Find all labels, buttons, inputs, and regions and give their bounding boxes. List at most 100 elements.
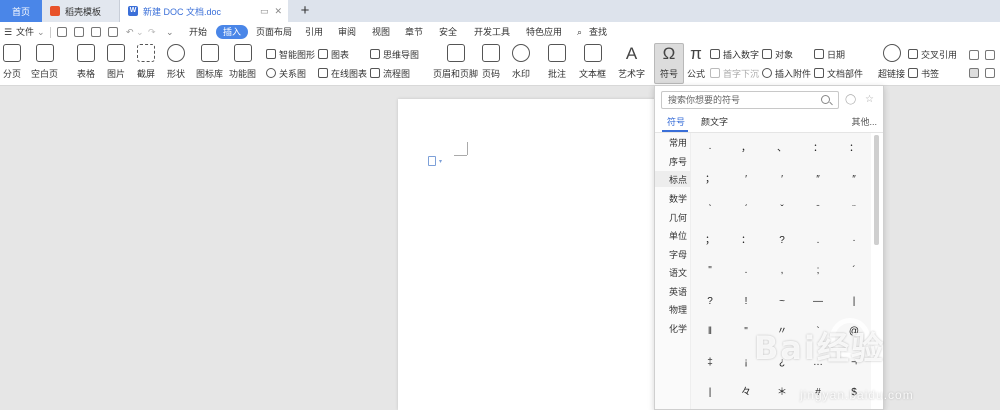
symbol-cell[interactable]: ~	[765, 292, 799, 312]
tab-emoticon[interactable]: 颜文字	[701, 116, 728, 128]
symbol-cell[interactable]: ：	[729, 231, 763, 251]
menu-tab-insert[interactable]: 插入	[216, 25, 249, 39]
date-button[interactable]: 日期	[814, 47, 845, 61]
header-footer-button[interactable]: 页眉和页脚	[433, 44, 478, 80]
more-symbols-link[interactable]: 其他...	[851, 116, 877, 128]
art-text-button[interactable]: A 艺术字	[618, 44, 645, 80]
ribbon-extra-icon-3[interactable]	[969, 68, 979, 78]
paragraph-layout-icon[interactable]	[428, 156, 436, 166]
print-preview-icon[interactable]	[108, 27, 118, 37]
function-chart-button[interactable]: 功能图	[229, 44, 256, 80]
symbol-cell[interactable]: ；	[693, 231, 727, 251]
pin-icon[interactable]: ☆	[865, 94, 874, 106]
hamburger-menu-icon[interactable]: ☰	[4, 25, 12, 39]
menu-tab-security[interactable]: 安全	[439, 25, 457, 39]
category-chinese[interactable]: 语文	[669, 267, 687, 279]
customize-toolbar-icon[interactable]: ⌄	[166, 25, 174, 39]
search-icon[interactable]: ⌕	[577, 25, 582, 39]
symbol-cell[interactable]: |	[693, 383, 727, 403]
symbol-cell[interactable]: ˇ	[765, 200, 799, 220]
tab-document[interactable]: W 新建 DOC 文档.doc ▭ ✕	[120, 0, 288, 22]
tab-template[interactable]: 稻壳模板	[42, 0, 120, 22]
picture-button[interactable]: 图片	[107, 44, 125, 80]
symbol-cell[interactable]: ：	[801, 139, 835, 159]
symbol-cell[interactable]: ；	[693, 170, 727, 190]
blank-page-button[interactable]: 空白页	[31, 44, 58, 80]
symbol-cell[interactable]: ˋ	[693, 200, 727, 220]
menu-tab-special[interactable]: 特色应用	[526, 25, 562, 39]
symbol-cell[interactable]: ″	[837, 170, 871, 190]
relation-chart-button[interactable]: 关系图	[266, 66, 306, 80]
menu-tab-developer[interactable]: 开发工具	[474, 25, 510, 39]
online-chart-button[interactable]: 在线图表	[318, 66, 367, 80]
page-break-button[interactable]: 分页	[3, 44, 21, 80]
save-icon[interactable]	[57, 27, 67, 37]
icon-library-button[interactable]: 图标库	[196, 44, 223, 80]
symbol-scrollbar-thumb[interactable]	[874, 135, 879, 245]
category-serial[interactable]: 序号	[669, 156, 687, 168]
paragraph-layout-caret-icon[interactable]: ▾	[439, 158, 442, 165]
cross-ref-button[interactable]: 交叉引用	[908, 47, 957, 61]
symbol-cell[interactable]: ?	[765, 231, 799, 251]
symbol-cell[interactable]: ¨	[837, 200, 871, 220]
shape-button[interactable]: 形状	[167, 44, 185, 80]
formula-button[interactable]: π 公式	[687, 44, 705, 80]
symbol-cell[interactable]: ˉ	[801, 200, 835, 220]
category-math[interactable]: 数学	[669, 193, 687, 205]
tab-home[interactable]: 首页	[0, 0, 42, 22]
symbol-cell[interactable]: ´	[837, 261, 871, 281]
file-menu[interactable]: 文件	[16, 25, 34, 39]
undo-icon[interactable]: ↶	[126, 25, 134, 39]
symbol-cell[interactable]: .	[729, 261, 763, 281]
symbol-cell[interactable]: 、	[765, 139, 799, 159]
hyperlink-button[interactable]: 超链接	[878, 44, 905, 80]
comment-button[interactable]: 批注	[548, 44, 566, 80]
symbol-cell[interactable]: |	[837, 292, 871, 312]
symbol-cell[interactable]: ＊	[765, 383, 799, 403]
category-physics[interactable]: 物理	[669, 304, 687, 316]
symbol-cell[interactable]: ,	[765, 261, 799, 281]
symbol-cell[interactable]: —	[801, 292, 835, 312]
symbol-cell[interactable]: !	[729, 292, 763, 312]
category-units[interactable]: 单位	[669, 230, 687, 242]
first-sink-button[interactable]: 首字下沉	[710, 66, 759, 80]
tab-symbol[interactable]: 符号	[667, 116, 685, 128]
category-letters[interactable]: 字母	[669, 249, 687, 261]
symbol-cell[interactable]: ：	[837, 139, 871, 159]
smart-graphic-button[interactable]: 智能图形	[266, 47, 315, 61]
chat-bubble-icon[interactable]: ◯	[845, 94, 856, 106]
ribbon-extra-icon-1[interactable]	[969, 50, 979, 60]
page-number-button[interactable]: 页码	[482, 44, 500, 80]
mind-map-button[interactable]: 思维导图	[370, 47, 419, 61]
category-chemistry[interactable]: 化学	[669, 323, 687, 335]
search-icon[interactable]	[821, 95, 830, 104]
insert-attachment-button[interactable]: 插入附件	[762, 66, 811, 80]
category-geometry[interactable]: 几何	[669, 212, 687, 224]
symbol-cell[interactable]: ′	[729, 170, 763, 190]
symbol-cell[interactable]: ·	[837, 231, 871, 251]
symbol-cell[interactable]: 々	[729, 383, 763, 403]
close-tab-icon[interactable]: ✕	[274, 6, 282, 17]
symbol-cell[interactable]: ·	[693, 139, 727, 159]
object-button[interactable]: 对象	[762, 47, 793, 61]
new-tab-button[interactable]: +	[296, 2, 314, 20]
symbol-cell[interactable]: ″	[801, 170, 835, 190]
table-button[interactable]: 表格	[77, 44, 95, 80]
menu-tab-chapter[interactable]: 章节	[405, 25, 423, 39]
print-icon[interactable]	[91, 27, 101, 37]
symbol-cell[interactable]: ，	[729, 139, 763, 159]
doc-parts-button[interactable]: 文档部件	[814, 66, 863, 80]
export-pdf-icon[interactable]	[74, 27, 84, 37]
redo-icon[interactable]: ↷	[148, 25, 156, 39]
symbol-cell[interactable]: .	[801, 231, 835, 251]
undo-dropdown-icon[interactable]: ⌄	[136, 25, 144, 39]
category-punctuation[interactable]: 标点	[669, 174, 687, 186]
menu-tab-start[interactable]: 开始	[189, 25, 207, 39]
menu-tab-view[interactable]: 视图	[372, 25, 390, 39]
textbox-button[interactable]: 文本框	[579, 44, 606, 80]
symbol-button[interactable]: Ω 符号	[654, 43, 684, 84]
category-common[interactable]: 常用	[669, 137, 687, 149]
symbol-cell[interactable]: ‖	[693, 322, 727, 342]
category-english[interactable]: 英语	[669, 286, 687, 298]
search-command[interactable]: 查找	[589, 25, 607, 39]
